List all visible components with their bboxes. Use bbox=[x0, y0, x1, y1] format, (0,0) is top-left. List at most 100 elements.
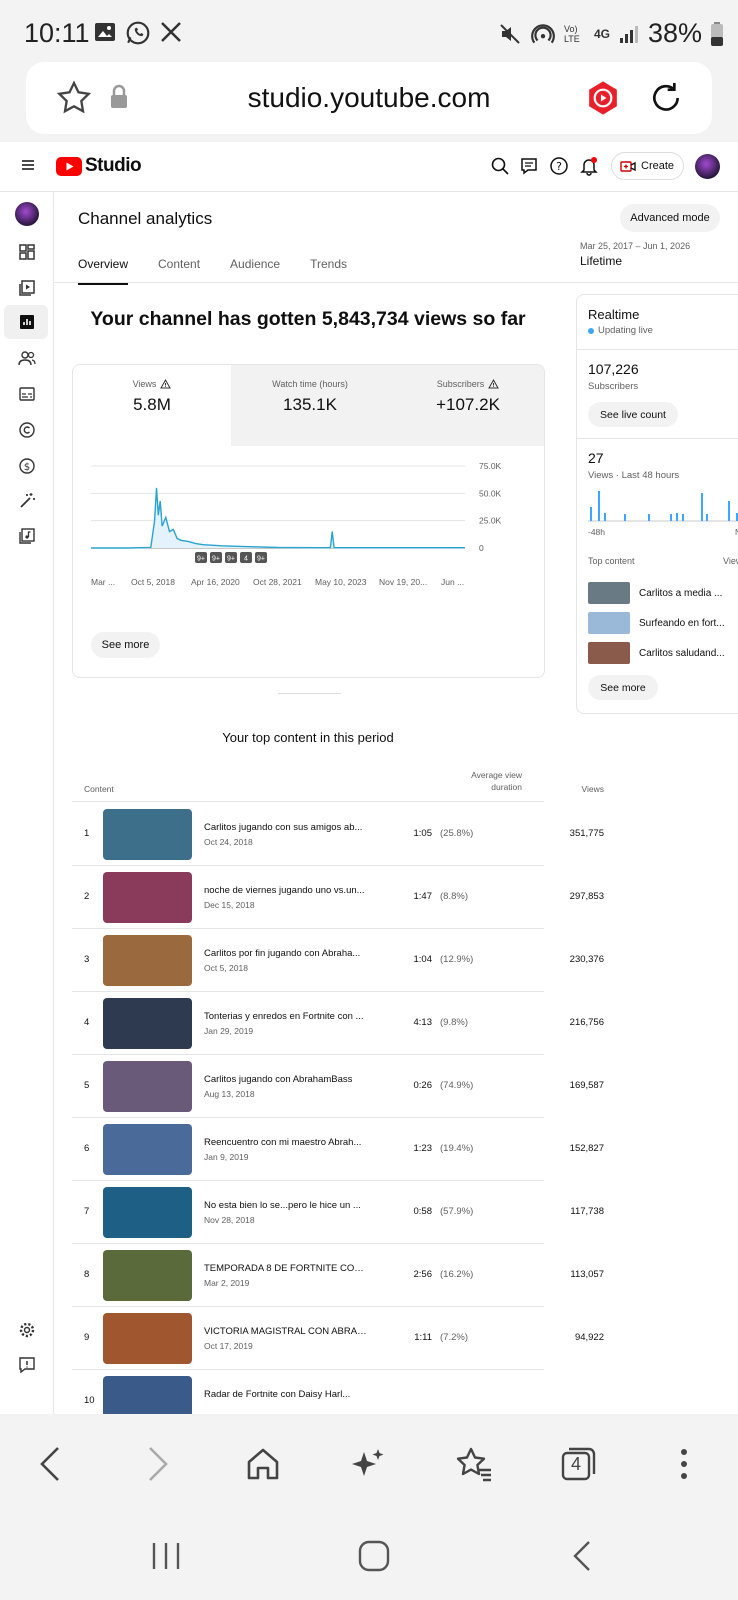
address-bar[interactable]: studio.youtube.com bbox=[26, 62, 712, 134]
row-rank: 3 bbox=[84, 954, 90, 965]
subtitles-icon[interactable] bbox=[15, 382, 39, 406]
table-row[interactable]: 1 Carlitos jugando con sus amigos ab... Oc… bbox=[72, 802, 604, 866]
video-title[interactable]: Reencuentro con mi maestro Abrah... bbox=[204, 1137, 369, 1148]
x-tick-label: Oct 5, 2018 bbox=[131, 577, 175, 587]
more-options-button[interactable] bbox=[662, 1442, 706, 1486]
see-more-button[interactable]: See more bbox=[91, 632, 160, 658]
video-title[interactable]: Carlitos jugando con AbrahamBass bbox=[204, 1074, 369, 1085]
home-nav-button[interactable] bbox=[352, 1536, 396, 1576]
reload-icon[interactable] bbox=[646, 78, 686, 118]
video-title[interactable]: Carlitos jugando con sus amigos ab... bbox=[204, 822, 369, 833]
audio-library-icon[interactable] bbox=[15, 524, 39, 548]
rt-bar bbox=[624, 514, 626, 521]
metric-subscribers[interactable]: Subscribers +107.2K bbox=[389, 365, 544, 446]
table-row[interactable]: 8 TEMPORADA 8 DE FORTNITE CON ... Mar 2, 2… bbox=[72, 1243, 604, 1307]
status-time: 10:11 bbox=[24, 18, 90, 48]
rt-bar bbox=[670, 514, 672, 521]
content-icon[interactable] bbox=[15, 276, 39, 300]
copyright-icon[interactable] bbox=[15, 418, 39, 442]
avg-view-duration: 1:11 bbox=[414, 1332, 432, 1343]
video-title[interactable]: VICTORIA MAGISTRAL CON ABRAH... bbox=[204, 1326, 369, 1337]
studio-header: Studio ? Create bbox=[0, 142, 738, 192]
forward-button[interactable] bbox=[136, 1442, 180, 1486]
ai-assist-button[interactable] bbox=[346, 1442, 390, 1486]
date-range-label[interactable]: Lifetime bbox=[580, 254, 622, 268]
video-thumbnail[interactable] bbox=[103, 809, 192, 860]
video-title[interactable]: noche de viernes jugando uno vs.un... bbox=[204, 885, 369, 896]
earn-icon[interactable]: $ bbox=[15, 454, 39, 478]
table-row[interactable]: 5 Carlitos jugando con AbrahamBass Aug 13,… bbox=[72, 1054, 604, 1118]
back-button[interactable] bbox=[28, 1442, 72, 1486]
table-row[interactable]: 4 Tonterias y enredos en Fortnite con ...… bbox=[72, 991, 604, 1055]
avg-view-percentage: (19.4%) bbox=[440, 1143, 474, 1154]
tabs-button[interactable]: 4 bbox=[557, 1442, 601, 1486]
video-thumbnail[interactable] bbox=[103, 935, 192, 986]
table-row[interactable]: 10 Radar de Fortnite con Daisy Harl... bbox=[72, 1369, 544, 1414]
system-nav-bar bbox=[0, 1514, 738, 1600]
analytics-icon[interactable] bbox=[15, 310, 39, 334]
video-thumbnail[interactable] bbox=[103, 1187, 192, 1238]
menu-icon[interactable] bbox=[20, 157, 36, 173]
realtime-item[interactable]: Surfeando en fort... bbox=[588, 611, 738, 635]
network-indicator: 4G bbox=[593, 26, 610, 41]
video-title[interactable]: Radar de Fortnite con Daisy Harl... bbox=[204, 1389, 369, 1400]
video-thumbnail[interactable] bbox=[103, 1124, 192, 1175]
search-icon[interactable] bbox=[490, 156, 510, 176]
tab-content[interactable]: Content bbox=[158, 257, 200, 285]
avg-view-percentage: (25.8%) bbox=[440, 828, 474, 839]
realtime-item[interactable]: Carlitos saludand... bbox=[588, 641, 738, 665]
video-title[interactable]: TEMPORADA 8 DE FORTNITE CON ... bbox=[204, 1263, 369, 1274]
video-date: Dec 15, 2018 bbox=[204, 900, 255, 910]
video-title[interactable]: Tonterias y enredos en Fortnite con ... bbox=[204, 1011, 369, 1022]
account-avatar[interactable] bbox=[695, 154, 720, 179]
date-range[interactable]: Mar 25, 2017 – Jun 1, 2026 bbox=[580, 241, 690, 251]
overview-card: Views 5.8M Watch time (hours) 135.1K Sub… bbox=[72, 364, 545, 678]
video-thumbnail[interactable] bbox=[103, 1376, 192, 1414]
metric-views[interactable]: Views 5.8M bbox=[73, 365, 231, 446]
views-headline: Your channel has gotten 5,843,734 views … bbox=[90, 308, 526, 330]
home-button[interactable] bbox=[241, 1442, 285, 1486]
table-row[interactable]: 2 noche de viernes jugando uno vs.un... De… bbox=[72, 865, 604, 929]
notifications-icon[interactable] bbox=[579, 156, 599, 176]
feedback-icon[interactable] bbox=[15, 1353, 39, 1377]
tab-overview[interactable]: Overview bbox=[78, 257, 129, 285]
video-date: Oct 24, 2018 bbox=[204, 837, 253, 847]
recent-apps-button[interactable] bbox=[144, 1536, 188, 1576]
youtube-studio-icon[interactable] bbox=[586, 80, 620, 116]
avg-view-percentage: (9.8%) bbox=[440, 1017, 468, 1028]
comments-icon[interactable] bbox=[519, 156, 539, 176]
see-live-count-button[interactable]: See live count bbox=[588, 402, 678, 427]
realtime-see-more-button[interactable]: See more bbox=[588, 675, 658, 700]
video-thumbnail[interactable] bbox=[103, 872, 192, 923]
dashboard-icon[interactable] bbox=[15, 240, 39, 264]
table-row[interactable]: 7 No esta bien lo se...pero le hice un ..… bbox=[72, 1180, 604, 1244]
back-nav-button[interactable] bbox=[560, 1536, 604, 1576]
avg-view-duration: 1:23 bbox=[413, 1143, 433, 1154]
metric-watch-time[interactable]: Watch time (hours) 135.1K bbox=[231, 365, 389, 446]
advanced-mode-button[interactable]: Advanced mode bbox=[620, 204, 720, 232]
studio-logo[interactable]: Studio bbox=[56, 155, 142, 177]
video-title[interactable]: No esta bien lo se...pero le hice un ... bbox=[204, 1200, 369, 1211]
table-row[interactable]: 3 Carlitos por fin jugando con Abraha... O… bbox=[72, 928, 604, 992]
bookmarks-button[interactable] bbox=[452, 1442, 496, 1486]
video-title[interactable]: Carlitos por fin jugando con Abraha... bbox=[204, 948, 369, 959]
status-bar: 10:11 Vo) LTE 4G 38% bbox=[0, 0, 738, 62]
audience-icon[interactable] bbox=[15, 346, 39, 370]
tab-audience[interactable]: Audience bbox=[230, 257, 280, 285]
customization-icon[interactable] bbox=[15, 489, 39, 513]
create-button[interactable]: Create bbox=[611, 152, 684, 180]
video-views: 230,376 bbox=[569, 954, 604, 965]
table-row[interactable]: 6 Reencuentro con mi maestro Abrah... Jan … bbox=[72, 1117, 604, 1181]
video-thumbnail[interactable] bbox=[103, 998, 192, 1049]
help-icon[interactable]: ? bbox=[549, 156, 569, 176]
realtime-item[interactable]: Carlitos a media ... bbox=[588, 581, 738, 605]
video-thumbnail[interactable] bbox=[103, 1250, 192, 1301]
table-row[interactable]: 9 VICTORIA MAGISTRAL CON ABRAH... Oct 17, … bbox=[72, 1306, 604, 1370]
channel-avatar[interactable] bbox=[15, 202, 39, 226]
tab-trends[interactable]: Trends bbox=[310, 257, 347, 285]
avg-view-duration: 1:47 bbox=[413, 891, 433, 902]
recents-icon bbox=[152, 1543, 180, 1569]
video-thumbnail[interactable] bbox=[103, 1313, 192, 1364]
settings-icon[interactable] bbox=[15, 1318, 39, 1342]
video-thumbnail[interactable] bbox=[103, 1061, 192, 1112]
